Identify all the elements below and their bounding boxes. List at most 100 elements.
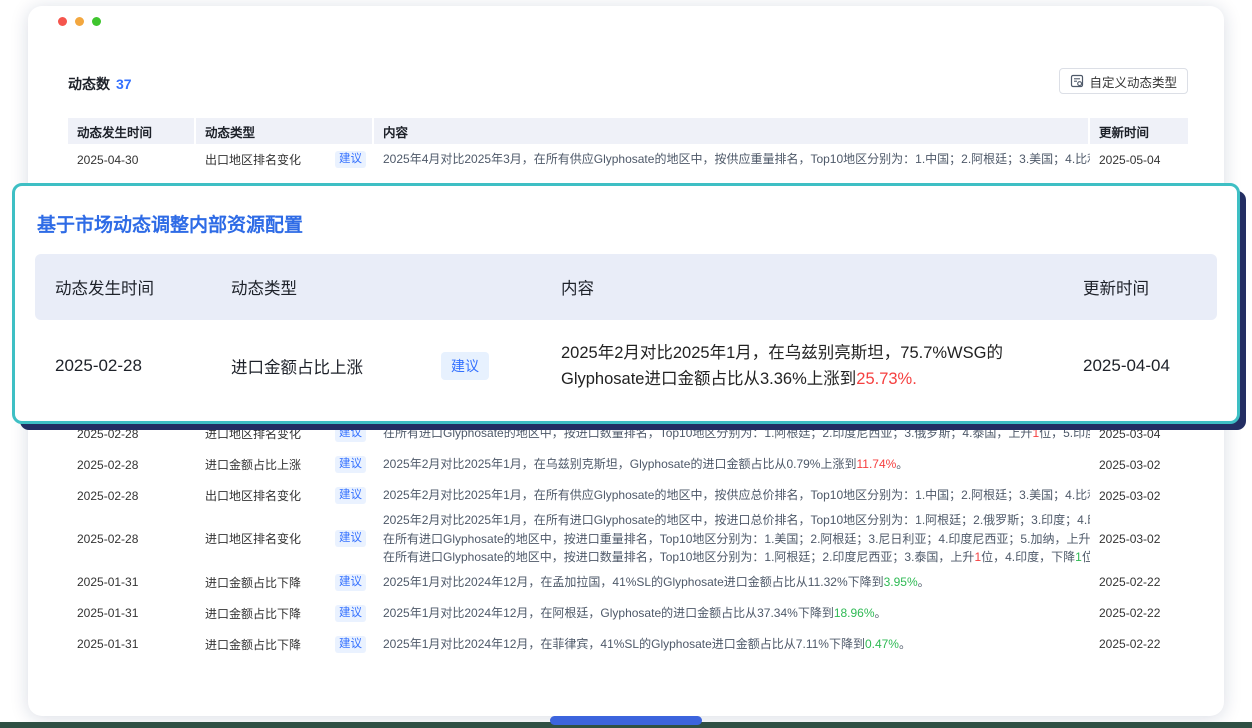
content-segment: 18.96% xyxy=(834,606,875,620)
content-line: 2025年2月对比2025年1月，在所有进口Glyphosate的地区中，按进口… xyxy=(383,511,1076,530)
overlay-column-header-type: 动态类型 xyxy=(231,275,561,299)
row-type-label: 出口地区排名变化 xyxy=(205,487,301,504)
content-segment: 2025年4月对比2025年3月，在所有供应Glyphosate的地区中，按供应… xyxy=(383,152,1090,166)
column-header-content: 内容 xyxy=(374,118,1090,144)
maximize-window-icon[interactable] xyxy=(92,17,101,26)
overlay-row-update: 2025-04-04 xyxy=(1083,356,1217,376)
overlay-row-content: 2025年2月对比2025年1月，在乌兹别亮斯坦，75.7%WSG的Glypho… xyxy=(561,340,1083,392)
content-segment: 。 xyxy=(918,575,930,589)
suggestion-badge: 建议 xyxy=(335,151,366,168)
content-segment: 2025年2月对比2025年1月，在所有进口Glyphosate的地区中，按进口… xyxy=(383,513,1090,527)
row-time: 2025-01-31 xyxy=(68,606,196,620)
table-row[interactable]: 2025-01-31 进口金额占比下降 建议 2025年1月对比2024年12月，在阿… xyxy=(68,598,1188,629)
bottom-scroll-indicator[interactable] xyxy=(550,716,702,725)
content-segment: 位，4.印度，下降 xyxy=(981,550,1075,564)
table-row[interactable]: 2025-02-28进口金额占比上涨建议 2025年2月对比2025年1月，在乌兹… xyxy=(68,449,1188,480)
row-type-label: 进口金额占比下降 xyxy=(205,574,301,591)
column-header-time: 动态发生时间 xyxy=(68,118,196,144)
form-settings-icon xyxy=(1070,74,1084,88)
table-row[interactable]: 2025-01-31进口金额占比下降建议2025年1月对比2024年12月，在孟… xyxy=(68,567,1188,598)
row-time: 2025-01-31 xyxy=(68,637,196,651)
content-line: 2025年1月对比2024年12月，在孟加拉国，41%SL的Glyphosate… xyxy=(383,573,1076,592)
table-row[interactable]: 2025-02-28进口地区排名变化建议2025年2月对比2025年1月，在所有… xyxy=(68,511,1188,567)
row-content: 2025年4月对比2025年3月，在所有供应Glyphosate的地区中，按供应… xyxy=(374,150,1090,169)
row-update: 2025-02-22 xyxy=(1090,637,1188,651)
row-type: 进口金额占比下降 建议 xyxy=(196,605,374,622)
customize-dynamic-type-button[interactable]: 自定义动态类型 xyxy=(1059,68,1188,94)
content-line: 在所有进口Glyphosate的地区中，按进口数量排名，Top10地区分别为：1… xyxy=(383,424,1076,443)
content-segment: 2025年2月对比2025年1月，在乌兹别亮斯坦，75.7%WSG的Glypho… xyxy=(561,344,1003,388)
customize-dynamic-type-label: 自定义动态类型 xyxy=(1089,72,1177,91)
suggestion-badge: 建议 xyxy=(335,636,366,653)
row-time: 2025-02-28 xyxy=(68,489,196,503)
row-content: 2025年1月对比2024年12月，在孟加拉国，41%SL的Glyphosate… xyxy=(374,573,1090,592)
row-type-label: 进口金额占比上涨 xyxy=(205,456,301,473)
overlay-column-header-time: 动态发生时间 xyxy=(55,275,231,299)
content-segment: 。 xyxy=(899,637,911,651)
overlay-row-time: 2025-02-28 xyxy=(55,356,231,376)
content-segment: 1 xyxy=(1075,550,1082,564)
row-time: 2025-04-30 xyxy=(68,153,196,167)
dynamics-count-value: 37 xyxy=(116,76,132,92)
row-update: 2025-02-22 xyxy=(1090,606,1188,620)
suggestion-badge: 建议 xyxy=(441,352,489,380)
row-type-label: 进口金额占比下降 xyxy=(205,605,301,622)
overlay-row-type-label: 进口金额占比上涨 xyxy=(231,354,363,378)
row-type-label: 进口金额占比下降 xyxy=(205,636,301,653)
row-type: 出口地区排名变化建议 xyxy=(196,151,374,168)
row-content: 2025年2月对比2025年1月，在乌兹别克斯坦，Glyphosate的进口金额… xyxy=(374,455,1090,474)
row-update: 2025-02-22 xyxy=(1090,575,1188,589)
content-segment: 2025年2月对比2025年1月，在乌兹别克斯坦，Glyphosate的进口金额… xyxy=(383,457,856,471)
overlay-header-row: 动态发生时间 动态类型 内容 更新时间 xyxy=(35,254,1217,320)
content-segment: 2025年1月对比2024年12月，在阿根廷，Glyphosate的进口金额占比… xyxy=(383,606,834,620)
row-type: 进口金额占比上涨建议 xyxy=(196,456,374,473)
table-row[interactable]: 2025-02-28出口地区排名变化建议2025年2月对比2025年1月，在所有… xyxy=(68,480,1188,511)
content-segment: 在所有进口Glyphosate的地区中，按进口重量排名，Top10地区分别为：1… xyxy=(383,532,1090,546)
content-segment: 2025年1月对比2024年12月，在菲律宾，41%SL的Glyphosate进… xyxy=(383,637,865,651)
table-row[interactable]: 2025-04-30出口地区排名变化建议 2025年4月对比2025年3月，在所有… xyxy=(68,144,1188,175)
row-type-label: 进口地区排名变化 xyxy=(205,425,301,442)
content-segment: 位，5.俄罗斯... xyxy=(1082,550,1090,564)
suggestion-badge: 建议 xyxy=(335,425,366,442)
column-header-update: 更新时间 xyxy=(1090,118,1188,144)
overlay-column-header-update: 更新时间 xyxy=(1083,275,1217,299)
suggestion-badge: 建议 xyxy=(335,605,366,622)
content-segment: 2025年1月对比2024年12月，在孟加拉国，41%SL的Glyphosate… xyxy=(383,575,884,589)
content-segment: 。 xyxy=(875,606,887,620)
table-row[interactable]: 2025-01-31 进口金额占比下降 建议 2025年1月对比2024年12月，在菲… xyxy=(68,629,1188,660)
content-line: 2025年2月对比2025年1月，在所有供应Glyphosate的地区中，按供应… xyxy=(383,486,1076,505)
row-content: 2025年2月对比2025年1月，在所有供应Glyphosate的地区中，按供应… xyxy=(374,486,1090,505)
content-line: 在所有进口Glyphosate的地区中，按进口重量排名，Top10地区分别为：1… xyxy=(383,530,1076,549)
content-segment: 位，5.印度，下降 xyxy=(1039,426,1090,440)
screen: 动态数37 自定义动态类型 动态发生时间 动态类型 内容 xyxy=(0,0,1252,728)
content-line: 2025年1月对比2024年12月，在菲律宾，41%SL的Glyphosate进… xyxy=(383,635,1076,654)
row-content: 2025年1月对比2024年12月，在阿根廷，Glyphosate的进口金额占比… xyxy=(374,604,1090,623)
overlay-title: 基于市场动态调整内部资源配置 xyxy=(37,210,1237,237)
overlay-column-header-content: 内容 xyxy=(561,275,1083,299)
row-type: 进口地区排名变化 建议 xyxy=(196,425,374,442)
content-segment: 2025年2月对比2025年1月，在所有供应Glyphosate的地区中，按供应… xyxy=(383,488,1090,502)
content-segment: 11.74% xyxy=(856,457,896,471)
column-header-type: 动态类型 xyxy=(196,118,374,144)
row-content: 在所有进口Glyphosate的地区中，按进口数量排名，Top10地区分别为：1… xyxy=(374,424,1090,443)
window-controls xyxy=(58,17,101,26)
overlay-row-type: 进口金额占比上涨 建议 xyxy=(231,352,561,380)
row-type-label: 进口地区排名变化 xyxy=(205,530,301,547)
content-segment: 在所有进口Glyphosate的地区中，按进口数量排名，Top10地区分别为：1… xyxy=(383,426,1032,440)
content-segment: 。 xyxy=(896,457,908,471)
row-time: 2025-02-28 xyxy=(68,427,196,441)
content-line: 2025年1月对比2024年12月，在阿根廷，Glyphosate的进口金额占比… xyxy=(383,604,1076,623)
content-segment: 在所有进口Glyphosate的地区中，按进口数量排名，Top10地区分别为：1… xyxy=(383,550,974,564)
row-type: 进口金额占比下降 建议 xyxy=(196,636,374,653)
minimize-window-icon[interactable] xyxy=(75,17,84,26)
row-time: 2025-02-28 xyxy=(68,458,196,472)
close-window-icon[interactable] xyxy=(58,17,67,26)
suggestion-badge: 建议 xyxy=(335,530,366,547)
content-line: 在所有进口Glyphosate的地区中，按进口数量排名，Top10地区分别为：1… xyxy=(383,548,1076,567)
content-line: 2025年2月对比2025年1月，在乌兹别克斯坦，Glyphosate的进口金额… xyxy=(383,455,1076,474)
overlay-table-row[interactable]: 2025-02-28 进口金额占比上涨 建议 2025年2月对比2025年1月，… xyxy=(35,320,1217,412)
content-segment: 3.95% xyxy=(884,575,918,589)
row-type: 进口金额占比下降建议 xyxy=(196,574,374,591)
row-update: 2025-03-02 xyxy=(1090,532,1188,546)
row-update: 2025-03-02 xyxy=(1090,489,1188,503)
